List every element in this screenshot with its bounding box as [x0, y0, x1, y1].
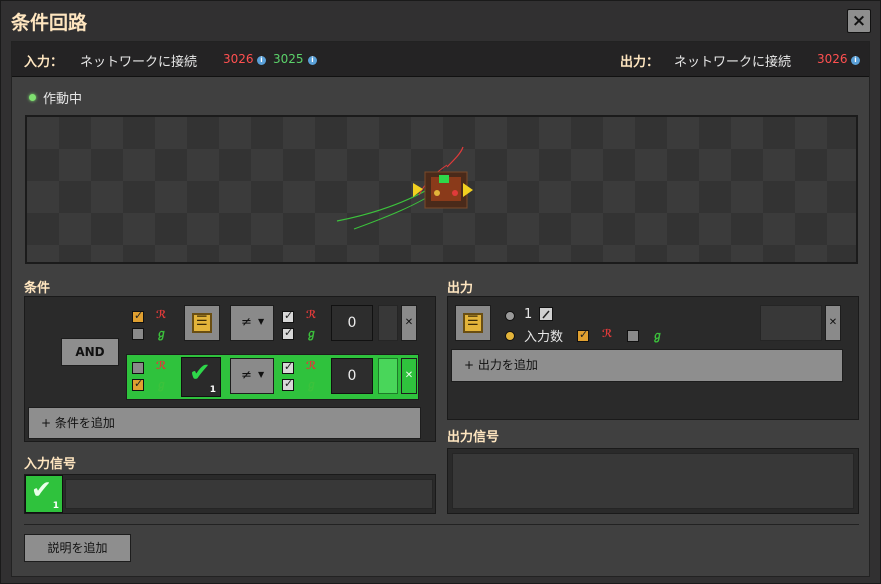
checkmark-icon: ✔ [31, 475, 52, 504]
constant-input[interactable]: 0 [331, 305, 373, 341]
add-description-button[interactable]: 説明を追加 [24, 534, 131, 562]
green-wire-icon: ℊ [306, 378, 317, 391]
output-signal-slot[interactable] [455, 305, 491, 341]
green-wire-icon: ℊ [156, 327, 167, 340]
remove-condition-button[interactable]: ✕ [401, 358, 417, 394]
divider [24, 524, 859, 525]
info-icon[interactable]: i [308, 56, 317, 65]
and-or-toggle-button[interactable]: AND [61, 338, 119, 366]
red-wire-checkbox[interactable] [132, 309, 144, 323]
output-option-input-count: 入力数 [524, 330, 564, 345]
green-wire-icon: ℊ [652, 329, 663, 342]
info-icon[interactable]: i [257, 56, 266, 65]
red-wire-icon: ℛ [602, 327, 613, 340]
entity-preview [25, 115, 858, 264]
output-label: 出力： [620, 55, 660, 70]
red-wire-icon: ℛ [306, 359, 317, 372]
input-signals-title: 入力信号 [24, 457, 77, 472]
input-signals-panel: ✔ 1 [24, 474, 436, 514]
output-red-network-id: 3026 [817, 52, 848, 66]
red-wire-checkbox[interactable] [132, 362, 144, 374]
outputs-title: 出力 [447, 281, 474, 296]
status-text: 作動中 [43, 92, 83, 107]
output-network-text: ネットワークに接続 [674, 55, 792, 70]
output-signals-panel [447, 448, 859, 514]
conditions-title: 条件 [24, 281, 51, 296]
chip-icon [463, 313, 483, 333]
output-signals-title: 出力信号 [447, 430, 500, 445]
red-wire-checkbox[interactable] [577, 328, 589, 342]
green-wire-icon: ℊ [156, 378, 167, 391]
green-wire-checkbox[interactable] [132, 328, 144, 340]
input-green-network-id: 3025 [273, 52, 304, 66]
content-area: 入力： ネットワークに接続 3026 i 3025 i 出力： ネットワークに接… [11, 41, 870, 577]
red-wire-icon: ℛ [156, 308, 167, 321]
comparator-select[interactable]: ≠ ▼ [230, 358, 274, 394]
info-icon[interactable]: i [851, 56, 860, 65]
chevron-down-icon: ▼ [258, 370, 265, 379]
green-wire-checkbox[interactable] [132, 377, 144, 391]
input-network-text: ネットワークに接続 [80, 55, 198, 70]
checkmark-icon: ✔ [189, 358, 211, 388]
network-bar: 入力： ネットワークに接続 3026 i 3025 i 出力： ネットワークに接… [12, 42, 869, 77]
green-wire-checkbox[interactable] [282, 326, 294, 340]
add-output-button[interactable]: + 出力を追加 [451, 349, 843, 382]
drag-handle[interactable] [378, 358, 398, 394]
outputs-panel: 1 入力数 ℛ ℊ ✕ + 出力を追加 [447, 296, 859, 420]
empty-signal-slots [65, 479, 433, 509]
constant-input[interactable]: 0 [331, 358, 373, 394]
window-title: 条件回路 [11, 12, 88, 34]
remove-output-button[interactable]: ✕ [825, 305, 841, 341]
chevron-down-icon: ▼ [258, 317, 265, 326]
empty-signal-slots [452, 453, 854, 509]
drag-handle[interactable] [378, 305, 398, 341]
combinator-entity-icon [336, 146, 473, 230]
radio-button[interactable] [505, 311, 515, 321]
chip-icon [192, 313, 212, 333]
comparator-select[interactable]: ≠ ▼ [230, 305, 274, 341]
signal-count: 1 [52, 501, 59, 511]
green-wire-checkbox[interactable] [282, 377, 294, 391]
comparator-value: ≠ [241, 315, 252, 330]
comparator-value: ≠ [241, 368, 252, 383]
red-wire-checkbox[interactable] [282, 309, 294, 323]
conditions-panel: AND ℛ ℊ ≠ ▼ ℛ ℊ 0 ✕ ℛ ℊ [24, 296, 436, 442]
remove-condition-button[interactable]: ✕ [401, 305, 417, 341]
red-wire-icon: ℛ [156, 359, 167, 372]
status-indicator-icon [29, 94, 36, 101]
green-wire-icon: ℊ [306, 327, 317, 340]
add-condition-button[interactable]: + 条件を追加 [28, 407, 421, 439]
signal-count: 1 [209, 385, 216, 395]
condition-signal-slot[interactable]: ✔ 1 [181, 357, 221, 397]
red-wire-checkbox[interactable] [282, 360, 294, 374]
input-label: 入力： [24, 55, 64, 70]
input-red-network-id: 3026 [223, 52, 254, 66]
radio-button[interactable] [505, 331, 515, 341]
title-bar[interactable]: 条件回路 × [1, 1, 880, 41]
output-option-one: 1 [524, 307, 533, 322]
red-wire-icon: ℛ [306, 308, 317, 321]
input-signal-slot[interactable]: ✔ 1 [25, 475, 63, 513]
green-wire-checkbox[interactable] [627, 330, 639, 342]
condition-signal-slot[interactable] [184, 305, 220, 341]
combinator-window: 条件回路 × 入力： ネットワークに接続 3026 i 3025 i 出力： ネ… [0, 0, 881, 584]
close-button[interactable]: × [847, 9, 871, 33]
edit-icon[interactable] [539, 307, 553, 321]
drag-handle[interactable] [760, 305, 822, 341]
